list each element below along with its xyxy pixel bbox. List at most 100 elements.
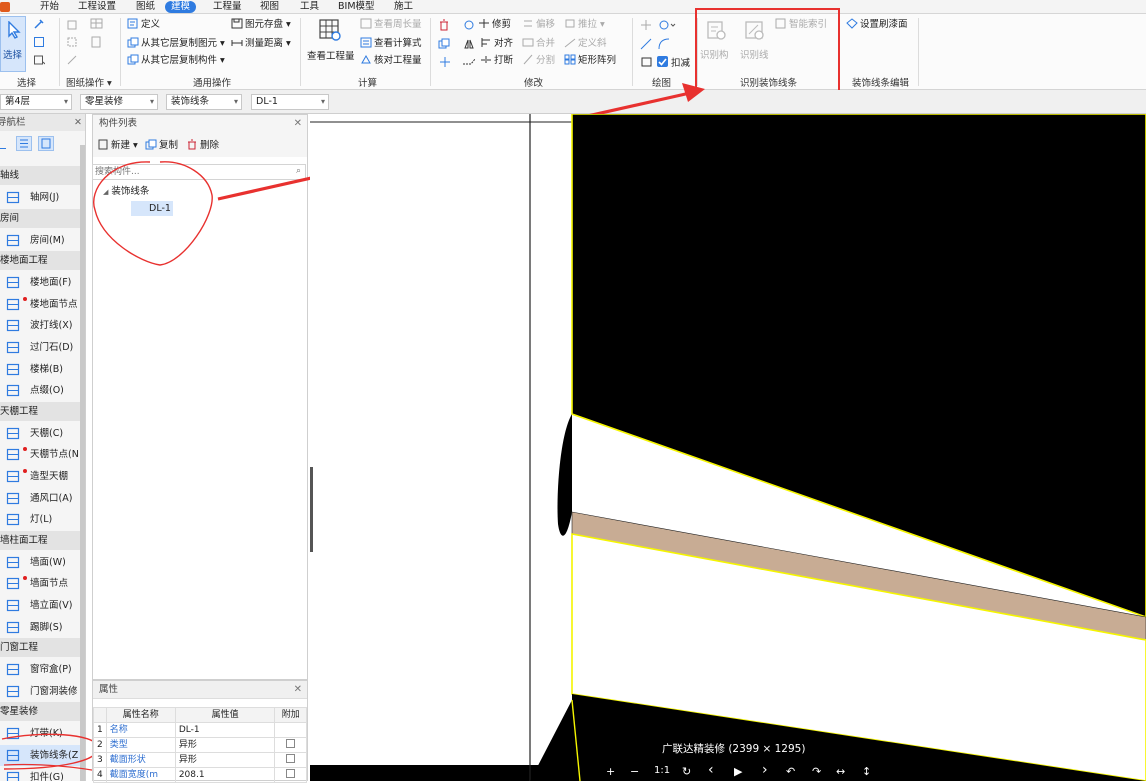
- rotate-right-icon[interactable]: ↷: [812, 765, 821, 778]
- delete-drawing-icon[interactable]: [66, 18, 78, 33]
- menu-project-settings[interactable]: 工程设置: [78, 1, 116, 13]
- property-value[interactable]: 异形: [174, 737, 276, 753]
- canvas-splitter[interactable]: [310, 467, 313, 552]
- menu-quantity[interactable]: 工程量: [213, 1, 242, 13]
- extra-checkbox[interactable]: [286, 738, 296, 748]
- nav-section-header[interactable]: 门窗工程: [0, 638, 85, 658]
- menu-tools[interactable]: 工具: [300, 1, 319, 13]
- copy-elements-button[interactable]: 从其它层复制图元 ▾: [127, 37, 225, 51]
- view-perimeter-button[interactable]: 查看周长量: [360, 18, 422, 32]
- filter-select-icon[interactable]: [33, 54, 46, 66]
- measure-distance-button[interactable]: 测量距离 ▾: [231, 37, 291, 51]
- offset-button[interactable]: 偏移: [522, 18, 555, 32]
- menu-bim-model[interactable]: BIM模型: [338, 1, 375, 13]
- property-row[interactable]: 2 类型 异形: [93, 737, 307, 753]
- set-brush-face-button[interactable]: 设置刷漆面: [846, 18, 908, 32]
- check-quantity-button[interactable]: 核对工程量: [360, 54, 422, 68]
- property-row[interactable]: 3 截面形状 异形: [93, 752, 307, 768]
- element-save-button[interactable]: 图元存盘 ▾: [231, 18, 291, 32]
- flip-horizontal-icon[interactable]: ↔: [836, 765, 845, 778]
- rect-draw-icon[interactable]: [641, 56, 653, 71]
- define-button[interactable]: 定义: [127, 18, 160, 32]
- extra-checkbox[interactable]: [286, 768, 296, 778]
- extra-checkbox[interactable]: [286, 753, 296, 763]
- rect-array-button[interactable]: 矩形阵列: [564, 54, 616, 68]
- crop-icon[interactable]: [66, 36, 78, 51]
- category-select[interactable]: 零星装修: [80, 94, 158, 110]
- nav-item[interactable]: 墙立面(V): [0, 595, 85, 616]
- delete-icon[interactable]: [438, 19, 450, 34]
- detail-view-icon[interactable]: [38, 136, 54, 151]
- play-icon[interactable]: ▶: [734, 765, 742, 778]
- component-search-input[interactable]: [93, 165, 283, 179]
- rotate-left-icon[interactable]: ↶: [786, 765, 795, 778]
- nav-item[interactable]: 墙面(W): [0, 552, 85, 573]
- component-select[interactable]: DL-1: [251, 94, 329, 110]
- nav-section-header[interactable]: 墙柱面工程: [0, 530, 85, 550]
- point-icon[interactable]: [640, 19, 652, 34]
- nav-section-header[interactable]: 轴线: [0, 166, 85, 185]
- nav-item[interactable]: 窗帘盒(P): [0, 659, 85, 680]
- properties-close-icon[interactable]: ✕: [294, 681, 302, 699]
- nav-item[interactable]: 天棚节点(N: [0, 444, 85, 465]
- nav-section-header[interactable]: 房间: [0, 208, 85, 228]
- table-icon[interactable]: [90, 18, 104, 33]
- nav-item[interactable]: 过门石(D): [0, 337, 85, 358]
- menu-view[interactable]: 视图: [260, 1, 279, 13]
- multi-select-icon[interactable]: [33, 36, 45, 48]
- nav-item[interactable]: 轴网(J): [0, 187, 85, 208]
- nav-item[interactable]: 灯(L): [0, 509, 85, 530]
- copy-components-button[interactable]: 从其它层复制构件 ▾: [127, 54, 225, 68]
- nav-close-icon[interactable]: ✕: [74, 114, 82, 131]
- zoom-in-icon[interactable]: +: [606, 765, 615, 778]
- rotate-view-icon[interactable]: ↻: [682, 765, 691, 778]
- select-button[interactable]: 选择: [0, 16, 26, 72]
- view-formula-button[interactable]: 查看计算式: [360, 37, 422, 51]
- flip-vertical-icon[interactable]: ↕: [862, 765, 871, 778]
- copy-component-button[interactable]: 复制: [145, 139, 178, 153]
- close-icon[interactable]: ✕: [294, 115, 302, 133]
- view-quantity-button[interactable]: 查看工程量: [305, 17, 355, 69]
- zoom-out-icon[interactable]: −: [630, 765, 639, 778]
- property-value[interactable]: DL-1: [174, 722, 276, 738]
- nav-item[interactable]: 通风口(A): [0, 488, 85, 509]
- nav-item[interactable]: 踢脚(S): [0, 617, 85, 638]
- nav-item[interactable]: 楼地面节点: [0, 294, 85, 315]
- deduct-checkbox[interactable]: [657, 56, 668, 67]
- actual-size-icon[interactable]: 1:1: [654, 765, 670, 776]
- property-value[interactable]: 208.1: [174, 767, 276, 783]
- nav-collapse-icon[interactable]: [0, 137, 6, 149]
- delete-component-button[interactable]: 删除: [186, 139, 219, 153]
- tree-expand-icon[interactable]: ◢: [103, 188, 108, 196]
- arc-draw-icon[interactable]: [658, 38, 676, 53]
- drawing-canvas[interactable]: [310, 114, 1146, 781]
- nav-item[interactable]: 门窗洞装修: [0, 681, 85, 702]
- push-pull-button[interactable]: 推拉 ▾: [564, 18, 605, 32]
- nav-item[interactable]: 天棚(C): [0, 423, 85, 444]
- nav-item[interactable]: 楼地面(F): [0, 272, 85, 293]
- merge-button[interactable]: 合并: [522, 37, 555, 51]
- nav-section-header[interactable]: 天棚工程: [0, 401, 85, 421]
- property-row[interactable]: 1 名称 DL-1: [93, 722, 307, 738]
- tree-item-dl1[interactable]: DL-1: [131, 201, 173, 216]
- menu-construction[interactable]: 施工: [394, 1, 413, 13]
- property-row[interactable]: 4 截面宽度(m 208.1: [93, 767, 307, 783]
- split-button[interactable]: 分割: [522, 54, 555, 68]
- trim-button[interactable]: 修剪: [478, 18, 511, 32]
- prev-icon[interactable]: ‹: [708, 762, 714, 778]
- move-icon[interactable]: [438, 56, 452, 71]
- define-slope-button[interactable]: 定义斜: [564, 37, 607, 51]
- doc-icon[interactable]: [90, 36, 102, 51]
- new-component-button[interactable]: 新建 ▾: [97, 139, 138, 153]
- line-draw-icon[interactable]: [640, 38, 652, 53]
- mirror-icon[interactable]: [463, 38, 475, 53]
- nav-item[interactable]: 点缀(O): [0, 380, 85, 401]
- break-button[interactable]: 打断: [480, 54, 513, 68]
- rotate-icon[interactable]: [463, 19, 475, 34]
- property-value[interactable]: 异形: [174, 752, 276, 768]
- pick-icon[interactable]: [33, 18, 45, 30]
- nav-section-header[interactable]: 零星装修: [0, 702, 85, 722]
- component-search[interactable]: ⌕: [92, 164, 306, 180]
- menu-drawings[interactable]: 图纸: [136, 1, 155, 13]
- line-tool-icon[interactable]: [66, 54, 80, 69]
